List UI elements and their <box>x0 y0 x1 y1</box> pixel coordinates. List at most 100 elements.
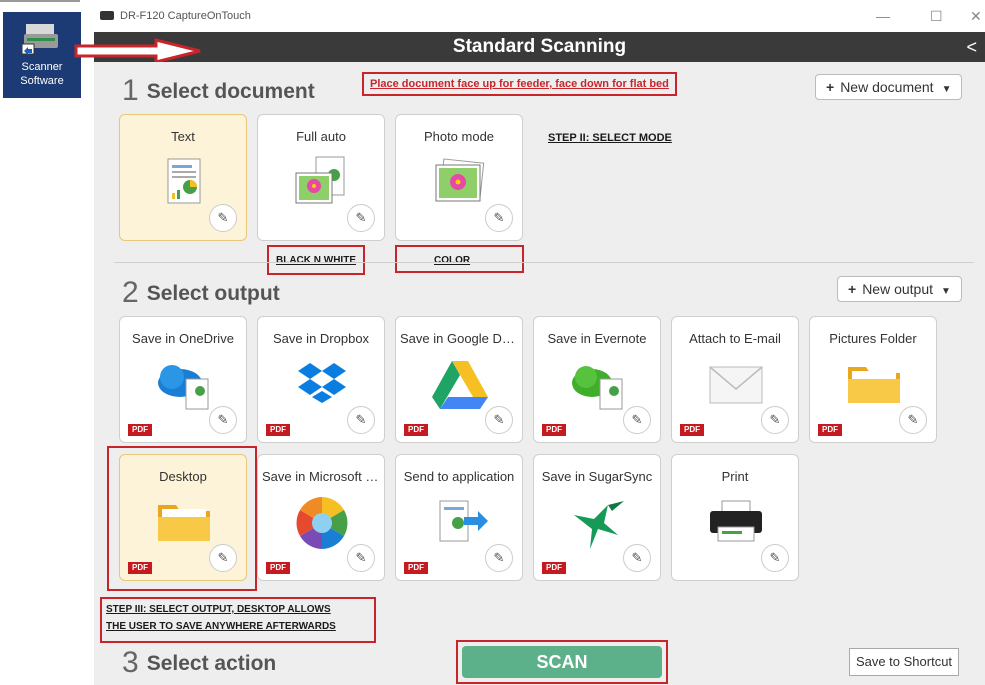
edit-pencil-icon[interactable]: ✎ <box>899 406 927 434</box>
section-title: Select output <box>146 282 280 305</box>
output-note-line2: THE USER TO SAVE ANYWHERE AFTERWARDS <box>106 621 336 632</box>
output-card-email[interactable]: Attach to E-mail PDF ✎ <box>671 316 799 443</box>
window-title: DR-F120 CaptureOnTouch <box>120 10 251 22</box>
dropbox-icon <box>298 363 346 403</box>
desktop-scanner-shortcut[interactable]: Scanner Software <box>3 10 81 98</box>
onedrive-icon <box>158 365 209 410</box>
pdf-badge: PDF <box>266 424 290 436</box>
color-note: COLOR <box>434 255 471 266</box>
google-drive-icon <box>432 361 488 409</box>
pdf-badge: PDF <box>680 424 704 436</box>
minimize-button[interactable]: — <box>876 8 890 24</box>
output-card-google-drive[interactable]: Save in Google Dri... PDF ✎ <box>395 316 523 443</box>
card-label: Save in Dropbox <box>272 331 370 346</box>
pdf-badge: PDF <box>266 562 290 574</box>
window-titlebar: DR-F120 CaptureOnTouch — ☐ ✕ <box>94 0 985 32</box>
edit-pencil-icon[interactable]: ✎ <box>623 406 651 434</box>
edit-pencil-icon[interactable]: ✎ <box>209 406 237 434</box>
step-number: 2 <box>122 276 139 309</box>
photo-doc-icon <box>295 156 345 204</box>
header-bar: Standard Scanning < <box>94 32 985 62</box>
section-title: Select action <box>146 652 277 675</box>
new-document-label: New document <box>840 79 934 95</box>
output-card-sharepoint[interactable]: Save in Microsoft S... PDF ✎ <box>257 454 385 581</box>
photo-icon <box>435 158 485 202</box>
sugarsync-icon <box>574 501 624 549</box>
step-number: 1 <box>122 74 139 107</box>
pdf-badge: PDF <box>404 562 428 574</box>
output-card-sugarsync[interactable]: Save in SugarSync PDF ✎ <box>533 454 661 581</box>
color-note-box: COLOR <box>395 245 524 273</box>
output-note-line1: STEP III: SELECT OUTPUT, DESKTOP ALLOWS <box>106 604 331 615</box>
app-scanner-icon <box>100 11 114 20</box>
edit-pencil-icon[interactable]: ✎ <box>209 204 237 232</box>
card-label: Print <box>721 469 749 484</box>
evernote-icon <box>572 366 623 410</box>
pdf-badge: PDF <box>542 424 566 436</box>
select-mode-note: STEP II: SELECT MODE <box>548 132 672 144</box>
pdf-badge: PDF <box>818 424 842 436</box>
desktop-icon-label: Scanner Software <box>20 61 64 87</box>
edit-pencil-icon[interactable]: ✎ <box>347 204 375 232</box>
close-button[interactable]: ✕ <box>970 8 982 25</box>
section-divider <box>114 262 974 263</box>
edit-pencil-icon[interactable]: ✎ <box>485 204 513 232</box>
pdf-badge: PDF <box>404 424 428 436</box>
section-select-document: 1 Select document <box>122 74 315 108</box>
bw-note: BLACK N WHITE <box>276 255 356 266</box>
output-note-box: STEP III: SELECT OUTPUT, DESKTOP ALLOWS … <box>100 597 376 643</box>
output-card-send-to-application[interactable]: Send to application PDF ✎ <box>395 454 523 581</box>
section-select-output: 2 Select output <box>122 276 280 310</box>
folder-icon <box>848 367 900 403</box>
card-label: Photo mode <box>423 129 495 144</box>
envelope-icon <box>709 366 763 404</box>
maximize-button[interactable]: ☐ <box>930 8 943 25</box>
document-icon <box>167 158 201 204</box>
card-label: Full auto <box>296 129 346 144</box>
step-number: 3 <box>122 646 139 679</box>
collapse-panel-button[interactable]: < <box>966 32 977 62</box>
new-output-label: New output <box>862 281 934 297</box>
section-title: Select document <box>146 80 315 103</box>
plus-icon: + <box>848 281 857 297</box>
edit-pencil-icon[interactable]: ✎ <box>347 544 375 572</box>
output-card-pictures-folder[interactable]: Pictures Folder PDF ✎ <box>809 316 937 443</box>
section-select-action: 3 Select action <box>122 646 276 680</box>
save-to-shortcut-button[interactable]: Save to Shortcut <box>849 648 959 676</box>
edit-pencil-icon[interactable]: ✎ <box>761 544 789 572</box>
send-app-icon <box>439 500 488 542</box>
output-card-print[interactable]: Print ✎ <box>671 454 799 581</box>
placement-note: Place document face up for feeder, face … <box>362 72 677 96</box>
card-label: Save in Evernote <box>547 331 647 346</box>
card-label: Send to application <box>403 469 515 484</box>
card-label: Save in SugarSync <box>541 469 653 484</box>
edit-pencil-icon[interactable]: ✎ <box>485 544 513 572</box>
output-card-evernote[interactable]: Save in Evernote PDF ✎ <box>533 316 661 443</box>
card-label: Text <box>171 129 195 144</box>
scanner-icon <box>22 24 58 55</box>
edit-pencil-icon[interactable]: ✎ <box>347 406 375 434</box>
output-card-dropbox[interactable]: Save in Dropbox PDF ✎ <box>257 316 385 443</box>
doc-card-full-auto[interactable]: Full auto ✎ <box>257 114 385 241</box>
caret-down-icon: ▼ <box>941 84 952 95</box>
new-output-button[interactable]: + New output ▼ <box>837 276 962 302</box>
new-document-button[interactable]: + New document ▼ <box>815 74 963 100</box>
page-title: Standard Scanning <box>452 36 627 57</box>
output-card-onedrive[interactable]: Save in OneDrive PDF ✎ <box>119 316 247 443</box>
printer-icon <box>710 500 762 542</box>
card-label: Save in Google Dri... <box>400 331 518 346</box>
edit-pencil-icon[interactable]: ✎ <box>623 544 651 572</box>
doc-card-photo-mode[interactable]: Photo mode ✎ <box>395 114 523 241</box>
doc-card-text[interactable]: Text ✎ <box>119 114 247 241</box>
edit-pencil-icon[interactable]: ✎ <box>761 406 789 434</box>
annotation-arrow-icon <box>74 38 201 64</box>
card-label: Save in OneDrive <box>132 331 234 346</box>
scan-button[interactable]: SCAN <box>462 646 662 678</box>
caret-down-icon: ▼ <box>941 286 951 297</box>
main-panel: 1 Select document Place document face up … <box>94 62 985 685</box>
pdf-badge: PDF <box>542 562 566 574</box>
pdf-badge: PDF <box>128 424 152 436</box>
desktop-highlight-box <box>107 446 257 591</box>
plus-icon: + <box>826 79 835 95</box>
edit-pencil-icon[interactable]: ✎ <box>485 406 513 434</box>
